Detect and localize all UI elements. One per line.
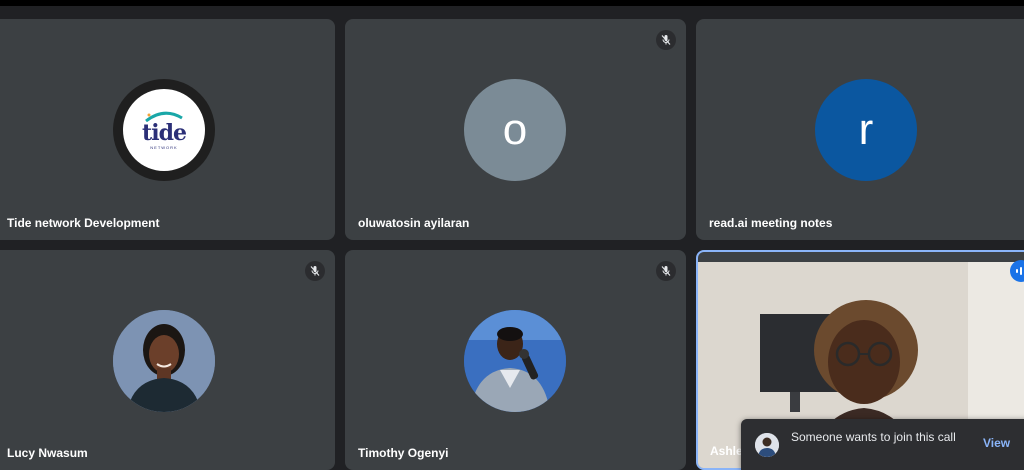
avatar-letter: o bbox=[502, 105, 528, 154]
participant-photo bbox=[113, 310, 215, 412]
participant-tile[interactable]: Timothy Ogenyi bbox=[345, 250, 686, 470]
person-icon bbox=[755, 433, 779, 457]
top-bar bbox=[0, 0, 1024, 6]
participant-tile[interactable]: o oluwatosin ayilaran bbox=[345, 19, 686, 240]
person-photo-icon bbox=[113, 310, 215, 412]
meeting-grid: tide NETWORK Tide network Development o … bbox=[0, 0, 1024, 470]
participant-tile[interactable]: r read.ai meeting notes bbox=[696, 19, 1024, 240]
participant-name: oluwatosin ayilaran bbox=[358, 216, 470, 230]
requester-avatar bbox=[755, 433, 779, 457]
participant-name: Timothy Ogenyi bbox=[358, 446, 449, 460]
participant-avatar: r bbox=[815, 79, 917, 181]
participant-name: Tide network Development bbox=[7, 216, 160, 230]
participant-avatar: tide NETWORK bbox=[113, 79, 215, 181]
participant-tile[interactable]: Lucy Nwasum bbox=[0, 250, 335, 470]
avatar-letter: r bbox=[858, 105, 874, 154]
toast-message: Someone wants to join this call bbox=[791, 430, 956, 444]
participant-name: read.ai meeting notes bbox=[709, 216, 833, 230]
participant-avatar: o bbox=[464, 79, 566, 181]
view-button[interactable]: View bbox=[983, 436, 1010, 450]
tide-logo: tide NETWORK bbox=[123, 89, 205, 171]
person-photo-icon bbox=[464, 310, 566, 412]
logo-text: tide bbox=[142, 120, 187, 146]
logo-subtext: NETWORK bbox=[150, 145, 178, 150]
participant-tile[interactable]: tide NETWORK Tide network Development bbox=[0, 19, 335, 240]
participant-name: Lucy Nwasum bbox=[7, 446, 88, 460]
mic-off-icon bbox=[305, 261, 325, 281]
participant-photo bbox=[464, 310, 566, 412]
mic-off-icon bbox=[656, 261, 676, 281]
join-request-toast[interactable]: Someone wants to join this call View bbox=[741, 419, 1024, 470]
mic-off-icon bbox=[656, 30, 676, 50]
